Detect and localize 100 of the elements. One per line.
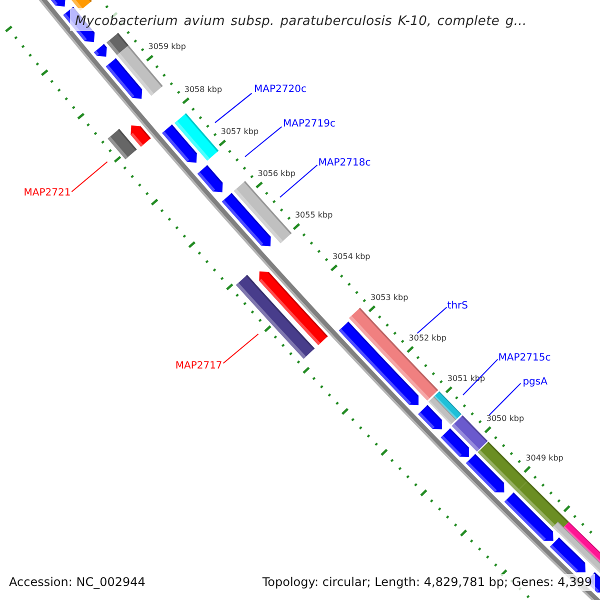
minor-tick bbox=[220, 276, 224, 280]
minor-tick bbox=[242, 166, 246, 170]
minor-tick bbox=[64, 97, 68, 100]
minor-tick bbox=[182, 234, 186, 238]
leader-line bbox=[214, 92, 252, 124]
major-tick bbox=[302, 366, 310, 374]
minor-tick bbox=[145, 192, 149, 196]
minor-tick bbox=[541, 484, 545, 487]
minor-tick bbox=[398, 466, 402, 470]
minor-tick bbox=[134, 40, 138, 43]
minor-tick bbox=[243, 302, 246, 306]
leader-line bbox=[416, 306, 448, 334]
leader-line bbox=[488, 382, 522, 416]
minor-tick bbox=[36, 62, 40, 66]
major-tick bbox=[563, 505, 570, 512]
minor-tick bbox=[281, 344, 285, 347]
minor-tick bbox=[440, 380, 443, 384]
minor-tick bbox=[105, 5, 108, 8]
minor-tick bbox=[581, 522, 584, 526]
major-tick bbox=[460, 530, 468, 537]
minor-tick bbox=[518, 460, 521, 464]
minor-tick bbox=[280, 208, 284, 212]
gene-label: MAP2718c bbox=[318, 158, 371, 169]
major-tick bbox=[420, 489, 428, 496]
tick-label: 3059 kbp bbox=[148, 42, 186, 52]
minor-tick bbox=[348, 282, 351, 286]
minor-tick bbox=[454, 523, 458, 527]
major-tick bbox=[292, 223, 300, 230]
major-tick bbox=[368, 305, 376, 312]
minor-tick bbox=[213, 133, 217, 136]
minor-tick bbox=[72, 106, 76, 110]
minor-tick bbox=[336, 402, 339, 405]
gene-label: pgsA bbox=[522, 376, 548, 388]
minor-tick bbox=[235, 158, 239, 162]
minor-tick bbox=[390, 458, 394, 462]
minor-tick bbox=[351, 418, 354, 422]
minor-tick bbox=[400, 340, 404, 343]
minor-tick bbox=[198, 252, 202, 255]
leader-line bbox=[280, 164, 318, 198]
tick-label: 3058 kbp bbox=[184, 84, 222, 94]
minor-tick bbox=[192, 108, 195, 111]
major-tick bbox=[182, 97, 190, 104]
gene-label: MAP2719c bbox=[283, 118, 336, 130]
minor-tick bbox=[494, 563, 498, 567]
major-tick bbox=[188, 241, 196, 248]
minor-tick bbox=[162, 74, 166, 77]
minor-tick bbox=[50, 80, 54, 84]
minor-tick bbox=[272, 200, 276, 204]
major-tick bbox=[114, 156, 122, 163]
tick-label: 3052 kbp bbox=[408, 333, 446, 342]
major-tick bbox=[264, 325, 272, 332]
minor-tick bbox=[478, 420, 482, 424]
minor-tick bbox=[549, 491, 553, 495]
gene-label: MAP2715c bbox=[498, 352, 551, 364]
major-tick bbox=[256, 182, 263, 188]
minor-tick bbox=[557, 499, 561, 502]
minor-tick bbox=[414, 483, 418, 486]
minor-tick bbox=[212, 268, 216, 272]
minor-tick bbox=[526, 595, 530, 598]
minor-tick bbox=[302, 233, 306, 236]
minor-tick bbox=[462, 404, 466, 408]
minor-tick bbox=[366, 434, 370, 438]
minor-tick bbox=[374, 442, 378, 446]
minor-tick bbox=[138, 183, 142, 187]
minor-tick bbox=[494, 436, 498, 440]
minor-tick bbox=[170, 82, 174, 86]
minor-tick bbox=[123, 166, 127, 170]
minor-tick bbox=[455, 396, 458, 400]
minor-tick bbox=[317, 250, 321, 253]
minor-tick bbox=[393, 332, 397, 335]
minor-tick bbox=[328, 393, 332, 397]
major-tick bbox=[146, 54, 154, 62]
major-tick bbox=[524, 466, 531, 473]
minor-tick bbox=[312, 376, 316, 380]
tick-label: 3055 kbp bbox=[294, 210, 333, 220]
minor-tick bbox=[573, 514, 576, 518]
tick-label: 3050 kbp bbox=[486, 414, 524, 423]
minor-tick bbox=[424, 364, 428, 368]
minor-tick bbox=[250, 175, 254, 178]
minor-tick bbox=[155, 65, 159, 68]
minor-tick bbox=[28, 54, 32, 57]
minor-tick bbox=[320, 385, 324, 388]
minor-tick bbox=[355, 290, 358, 294]
minor-tick bbox=[228, 150, 232, 154]
minor-tick bbox=[362, 299, 366, 302]
minor-tick bbox=[430, 499, 434, 503]
minor-tick bbox=[287, 216, 291, 220]
major-tick bbox=[445, 386, 452, 394]
tick-label: 3056 kbp bbox=[258, 168, 296, 178]
minor-tick bbox=[438, 507, 442, 511]
major-tick bbox=[218, 140, 226, 146]
gene-label: MAP2721 bbox=[24, 188, 71, 199]
minor-tick bbox=[206, 124, 210, 128]
minor-tick bbox=[258, 318, 262, 322]
minor-tick bbox=[589, 530, 592, 534]
minor-tick bbox=[486, 555, 490, 559]
tick-label: 3049 kbp bbox=[526, 453, 564, 462]
minor-tick bbox=[236, 294, 239, 297]
minor-tick bbox=[198, 116, 202, 120]
minor-tick bbox=[265, 192, 268, 195]
